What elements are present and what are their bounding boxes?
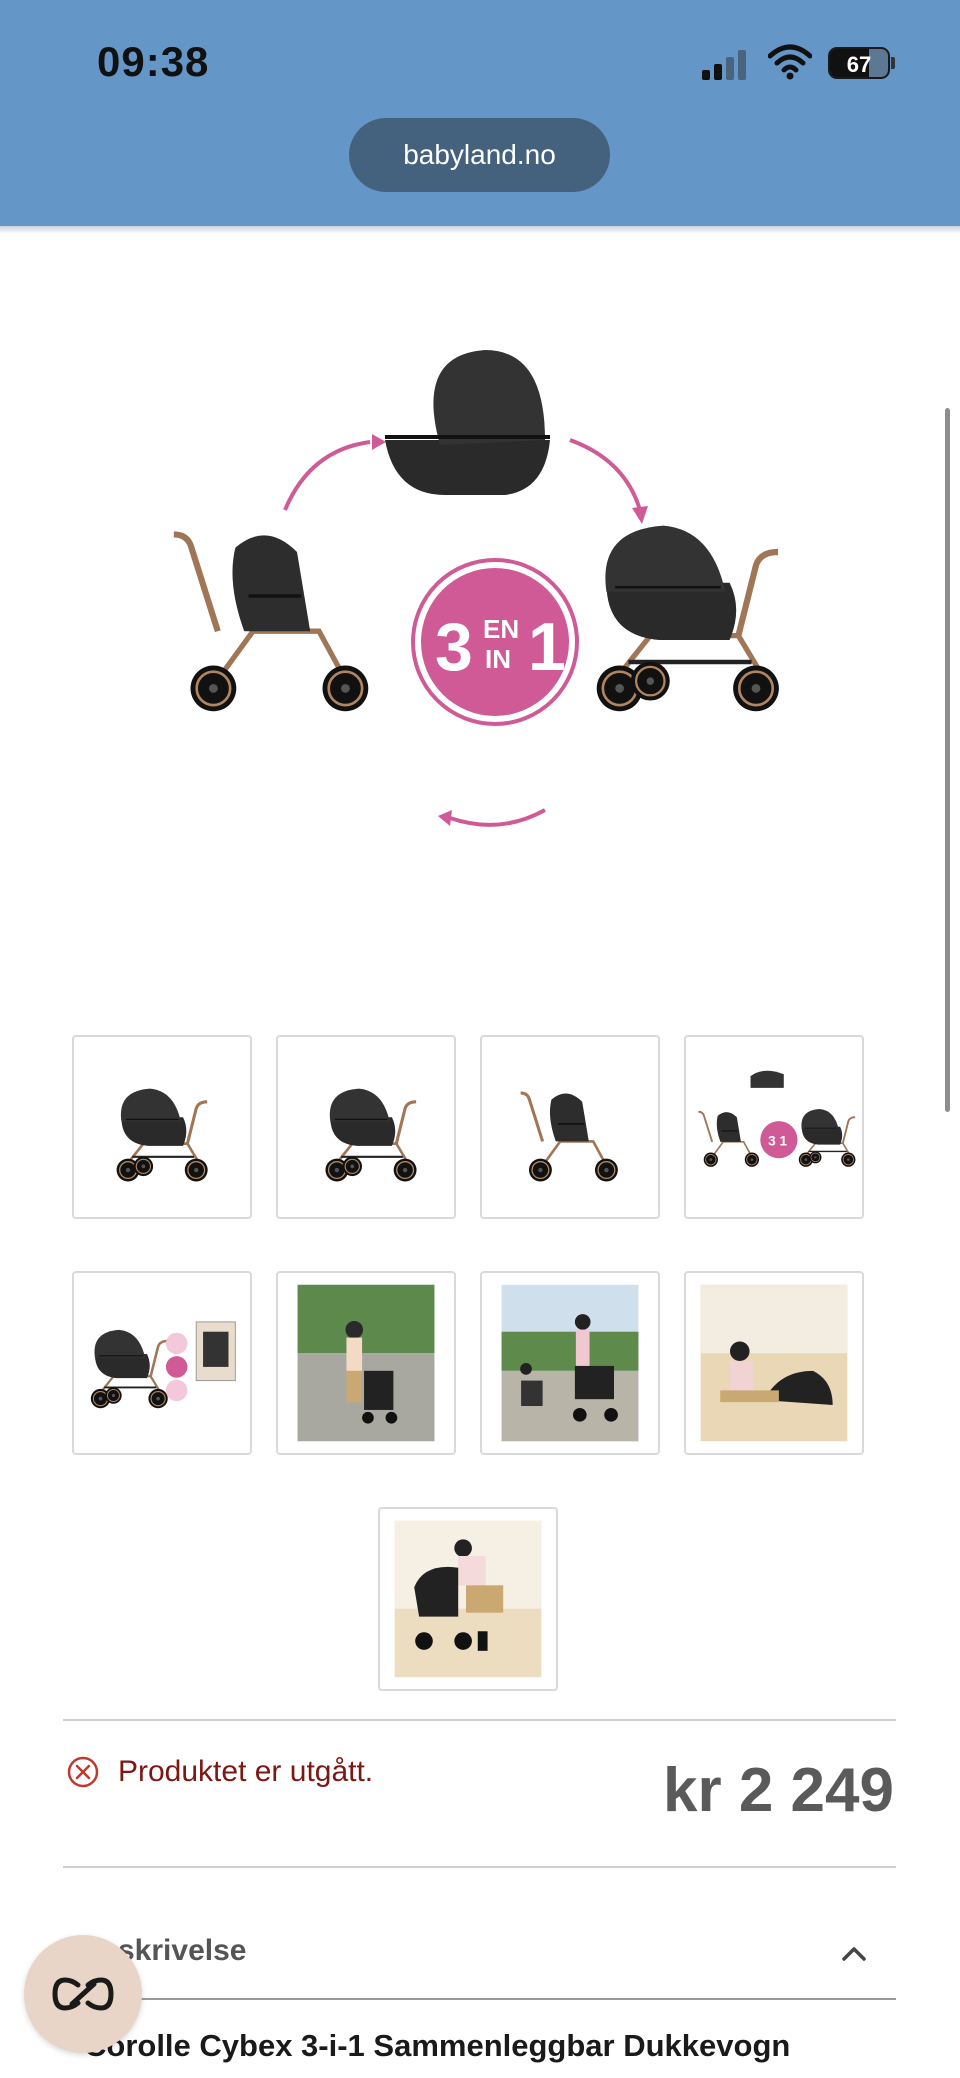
divider-middle xyxy=(63,1866,896,1868)
badge-en: EN xyxy=(483,614,519,644)
cellular-signal-icon xyxy=(702,50,750,80)
svg-text:3 1: 3 1 xyxy=(768,1134,787,1149)
product-price: kr 2 249 xyxy=(663,1756,894,1825)
chat-logo-icon xyxy=(52,1977,114,2011)
thumbnail-8[interactable] xyxy=(684,1271,864,1455)
thumbnail-1[interactable] xyxy=(72,1035,252,1219)
url-text: babyland.no xyxy=(403,139,556,170)
hero-product-image[interactable]: 3 EN IN 1 xyxy=(150,330,810,850)
thumbnail-7[interactable] xyxy=(480,1271,660,1455)
thumbnail-2[interactable] xyxy=(276,1035,456,1219)
status-time: 09:38 xyxy=(97,38,210,85)
page-scrollbar[interactable] xyxy=(945,408,950,1112)
thumbnail-5[interactable] xyxy=(72,1271,252,1455)
thumbnail-6[interactable] xyxy=(276,1271,456,1455)
url-bar[interactable]: babyland.no xyxy=(349,118,610,192)
divider-bottom xyxy=(63,1998,896,2000)
divider-top xyxy=(63,1719,896,1721)
thumbnail-4[interactable]: 3 1 xyxy=(684,1035,864,1219)
chat-button[interactable] xyxy=(24,1935,142,2053)
thumbnail-3[interactable] xyxy=(480,1035,660,1219)
availability-status: Produktet er utgått. xyxy=(66,1755,373,1789)
error-circle-icon xyxy=(67,1756,99,1788)
availability-text: Produktet er utgått. xyxy=(118,1755,374,1788)
product-title: Corolle Cybex 3-i-1 Sammenleggbar Dukkev… xyxy=(84,2028,791,2063)
badge-number-right: 1 xyxy=(528,609,566,685)
battery-level: 67 xyxy=(846,52,872,77)
battery-tip xyxy=(891,57,895,69)
description-header[interactable]: skrivelse xyxy=(118,1934,246,1968)
badge-number-left: 3 xyxy=(435,609,473,685)
header-shadow xyxy=(0,226,960,234)
wifi-icon xyxy=(768,44,812,80)
chevron-up-icon[interactable] xyxy=(840,1944,868,1964)
thumbnail-9[interactable] xyxy=(378,1507,558,1691)
battery-icon: 67 xyxy=(828,47,890,79)
badge-in: IN xyxy=(485,644,511,674)
browser-header: 09:38 67 babyland.no xyxy=(0,0,960,226)
